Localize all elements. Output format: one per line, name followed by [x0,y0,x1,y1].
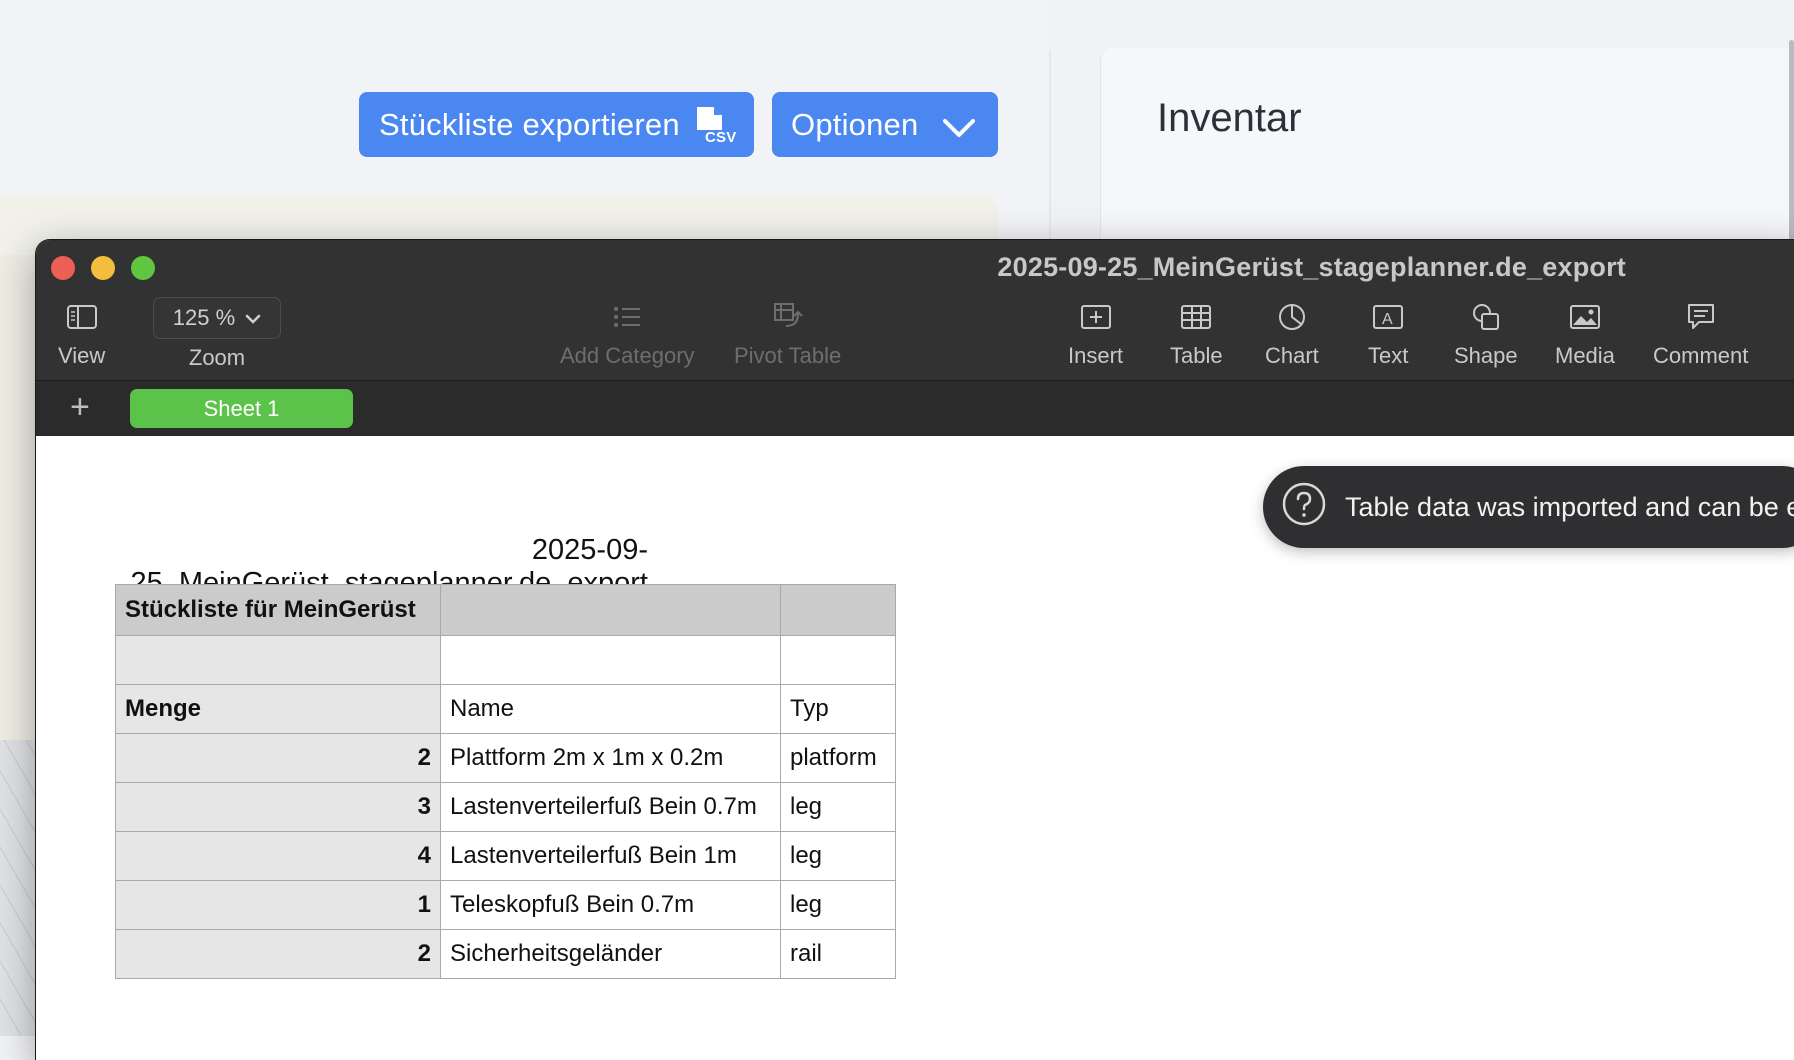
numbers-window: 2025-09-25_MeinGerüst_stageplanner.de_ex… [36,240,1794,1060]
name-cell[interactable]: Teleskopfuß Bein 0.7m [440,880,781,930]
text-label: Text [1368,343,1409,368]
table-cell[interactable]: Typ [780,684,896,734]
pivot-table-icon [772,300,804,334]
import-notice-text: Table data was imported and can be edite… [1345,491,1794,522]
type-cell[interactable]: platform [780,733,896,783]
table-cell[interactable] [440,635,781,685]
bom-table: Stückliste für MeinGerüst Menge Name Typ… [115,584,896,979]
chart-button[interactable]: Chart [1265,300,1319,369]
name-cell[interactable]: Lastenverteilerfuß Bein 0.7m [440,782,781,832]
shape-icon [1470,300,1502,334]
table-icon [1179,300,1213,334]
name-cell[interactable]: Sicherheitsgeländer [440,929,781,979]
table-row: 2 Plattform 2m x 1m x 0.2m platform [115,733,896,783]
table-cell[interactable] [115,635,441,685]
comment-button[interactable]: Comment [1653,300,1748,369]
qty-cell[interactable]: 1 [115,880,441,930]
table-cell[interactable]: Menge [115,684,441,734]
name-cell[interactable]: Lastenverteilerfuß Bein 1m [440,831,781,881]
table-row: 4 Lastenverteilerfuß Bein 1m leg [115,831,896,881]
sheet-canvas: 2025-09-25_MeinGerüst_stageplanner.de_ex… [36,436,1794,1060]
table-row: Menge Name Typ [115,684,896,734]
table-cell[interactable] [780,635,896,685]
pivot-table-label: Pivot Table [734,343,842,368]
view-label: View [58,343,106,368]
type-cell[interactable]: leg [780,880,896,930]
table-row: 3 Lastenverteilerfuß Bein 0.7m leg [115,782,896,832]
export-bom-label: Stückliste exportieren [379,106,680,142]
pie-chart-icon [1277,300,1307,334]
table-cell[interactable]: Name [440,684,781,734]
csv-file-icon: CSV [694,105,736,153]
stage-canvas-edge [0,255,36,745]
sheet-tab-bar: + Sheet 1 [36,380,1794,437]
add-sheet-button[interactable]: + [70,390,90,424]
zoom-select[interactable]: 125 % [153,297,281,339]
panel-divider [1049,50,1051,260]
type-cell[interactable]: rail [780,929,896,979]
insert-icon [1079,300,1113,334]
text-button[interactable]: A Text [1368,300,1408,369]
comment-icon [1685,300,1717,334]
table-row [115,635,896,685]
sheet-tab-1[interactable]: Sheet 1 [130,389,353,428]
list-icon [612,300,642,334]
stage-grid [0,740,38,1036]
qty-cell[interactable]: 2 [115,929,441,979]
qty-cell[interactable]: 2 [115,733,441,783]
qty-cell[interactable]: 4 [115,831,441,881]
zoom-label: Zoom [188,345,246,370]
sidebar-icon [66,300,98,334]
shape-button[interactable]: Shape [1454,300,1518,369]
window-toolbar: 2025-09-25_MeinGerüst_stageplanner.de_ex… [36,240,1794,380]
window-title: 2025-09-25_MeinGerüst_stageplanner.de_ex… [997,252,1626,282]
insert-button[interactable]: Insert [1068,300,1123,369]
table-cell[interactable]: Stückliste für MeinGerüst [115,584,441,636]
page-scrollbar[interactable] [1789,40,1794,240]
type-cell[interactable]: leg [780,782,896,832]
table-label: Table [1170,343,1223,368]
add-category-button[interactable]: Add Category [560,300,695,369]
pivot-table-button[interactable]: Pivot Table [734,300,841,369]
text-box-icon: A [1371,300,1405,334]
view-button[interactable]: View [58,300,105,369]
table-row: 2 Sicherheitsgeländer rail [115,929,896,979]
media-label: Media [1555,343,1615,368]
options-label: Optionen [791,106,919,142]
media-button[interactable]: Media [1555,300,1615,369]
help-icon[interactable] [1281,481,1327,534]
table-header-row: Stückliste für MeinGerüst [115,584,896,636]
chevron-down-icon [245,305,261,331]
image-icon [1569,300,1601,334]
zoom-value: 125 % [172,305,236,330]
qty-cell[interactable]: 3 [115,782,441,832]
table-cell[interactable] [780,584,896,636]
chevron-down-icon [942,112,976,148]
add-category-label: Add Category [560,343,695,368]
options-dropdown-button[interactable]: Optionen [772,92,998,157]
svg-text:CSV: CSV [705,129,736,145]
inventory-title: Inventar [1157,96,1302,140]
svg-text:A: A [1382,311,1393,328]
export-bom-button[interactable]: Stückliste exportieren CSV [359,92,754,157]
table-row: 1 Teleskopfuß Bein 0.7m leg [115,880,896,930]
comment-label: Comment [1653,343,1749,368]
chart-label: Chart [1265,343,1319,368]
insert-label: Insert [1068,343,1124,368]
import-notice-toast[interactable]: Table data was imported and can be edite… [1263,466,1794,548]
table-cell[interactable] [440,584,781,636]
table-button[interactable]: Table [1170,300,1223,369]
type-cell[interactable]: leg [780,831,896,881]
name-cell[interactable]: Plattform 2m x 1m x 0.2m [440,733,781,783]
shape-label: Shape [1454,343,1518,368]
